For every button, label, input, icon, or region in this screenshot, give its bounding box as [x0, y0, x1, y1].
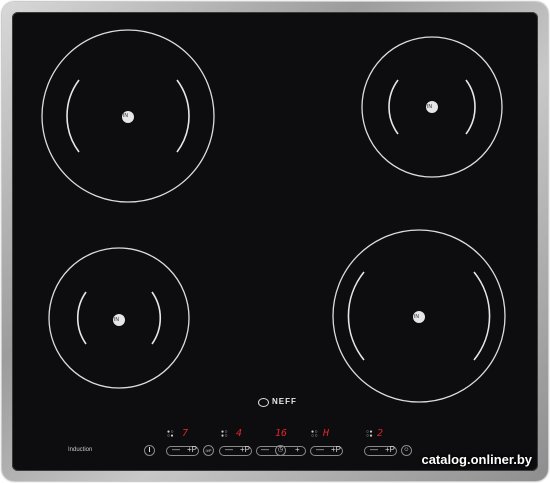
zone-indicator-dots: ●○ ○○: [311, 429, 319, 439]
power-icon: [149, 446, 150, 452]
brand-name: NEFF: [272, 397, 297, 406]
zone-indicator-dots: ●○ ○●: [167, 429, 175, 439]
minus-label: —: [225, 445, 233, 454]
plus-label: +P: [385, 445, 396, 454]
induction-label: Induction: [68, 447, 93, 453]
zone-2-slider[interactable]: — +P: [219, 445, 252, 456]
zone-badge: IN: [114, 317, 119, 323]
zone-bottom-right-large[interactable]: [332, 229, 506, 403]
plus-label: +: [295, 445, 300, 454]
zone-3-display: H: [323, 428, 330, 439]
zone-top-right-small[interactable]: [361, 36, 503, 178]
zone-1-display: 7: [182, 428, 189, 439]
zone-2-display: 4: [236, 428, 243, 439]
plus-label: +P: [331, 445, 342, 454]
child-lock-icon: ☺: [403, 447, 410, 453]
zone-indicator-dots: ○● ○●: [366, 429, 374, 439]
zone-3-slider[interactable]: — +P: [310, 445, 343, 456]
minus-label: —: [316, 445, 324, 454]
zone-1-slider[interactable]: — +P: [166, 445, 199, 456]
zone-badge: IN: [414, 314, 419, 320]
timer-button[interactable]: ◷: [275, 445, 286, 456]
zone-4-display: 2: [377, 428, 384, 439]
cooking-zones: [41, 29, 506, 403]
plus-label: +P: [187, 445, 198, 454]
zone-front-left-large[interactable]: [41, 29, 215, 203]
zone-indicator-dots: ●○ ●○: [221, 429, 229, 439]
minus-label: —: [261, 445, 269, 454]
plus-label: +P: [240, 445, 251, 454]
timer-display: 16: [275, 428, 288, 439]
watermark: catalog.onliner.by: [421, 452, 532, 467]
power-button[interactable]: [144, 445, 155, 456]
child-lock-button[interactable]: ☺: [401, 445, 412, 456]
minus-label: —: [370, 445, 378, 454]
zone-bottom-left-small[interactable]: [48, 247, 190, 389]
minus-label: —: [172, 445, 180, 454]
pause-button[interactable]: II/P: [203, 445, 214, 456]
zone-badge: IN: [123, 113, 128, 119]
neff-logo: NEFF: [258, 397, 300, 409]
zone-4-slider[interactable]: — +P: [364, 445, 397, 456]
clock-icon: ◷: [277, 447, 284, 453]
zone-badge: IN: [427, 104, 432, 110]
